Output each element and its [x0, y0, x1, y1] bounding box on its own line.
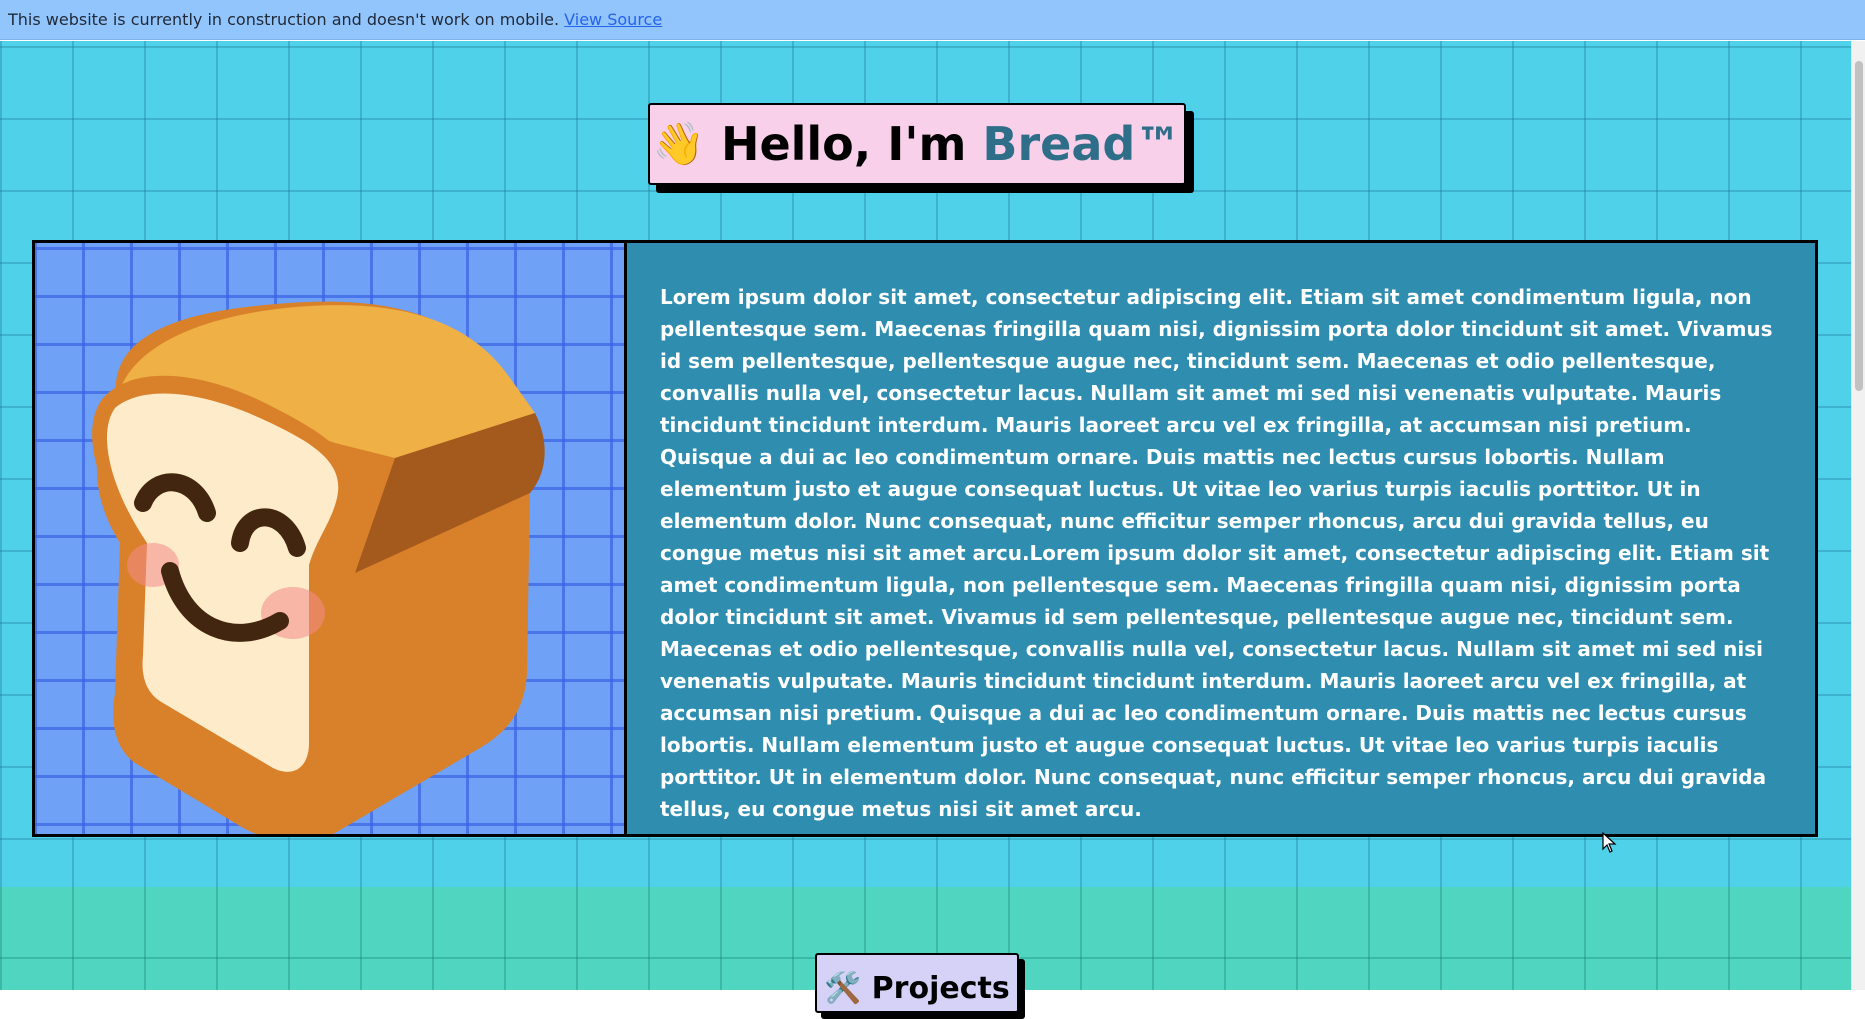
- banner-message: This website is currently in constructio…: [8, 10, 560, 29]
- title-text: Hello, I'm Bread™: [721, 117, 1181, 171]
- bio-text: Lorem ipsum dolor sit amet, consectetur …: [660, 285, 1773, 821]
- scrollbar-thumb[interactable]: [1855, 61, 1863, 391]
- projects-title-card: 🛠️ Projects: [815, 953, 1025, 1019]
- bread-mascot-icon: [92, 301, 545, 834]
- title-brand-name: Bread™: [982, 117, 1182, 171]
- projects-heading-label: Projects: [871, 971, 1010, 1006]
- projects-heading: 🛠️ Projects: [815, 953, 1019, 1013]
- bread-mascot-image: [35, 243, 627, 834]
- tools-icon: 🛠️: [824, 971, 862, 1006]
- about-card: Lorem ipsum dolor sit amet, consectetur …: [32, 240, 1818, 837]
- page-title: 👋 Hello, I'm Bread™: [648, 103, 1186, 185]
- page-scrollbar[interactable]: [1851, 41, 1865, 990]
- waving-hand-icon: 👋: [652, 119, 705, 168]
- hero-title-card: 👋 Hello, I'm Bread™: [648, 103, 1194, 193]
- construction-banner: This website is currently in constructio…: [0, 0, 1865, 40]
- view-source-link[interactable]: View Source: [564, 10, 662, 29]
- title-greeting: Hello, I'm: [720, 117, 983, 171]
- mouse-cursor-icon: [1602, 832, 1617, 853]
